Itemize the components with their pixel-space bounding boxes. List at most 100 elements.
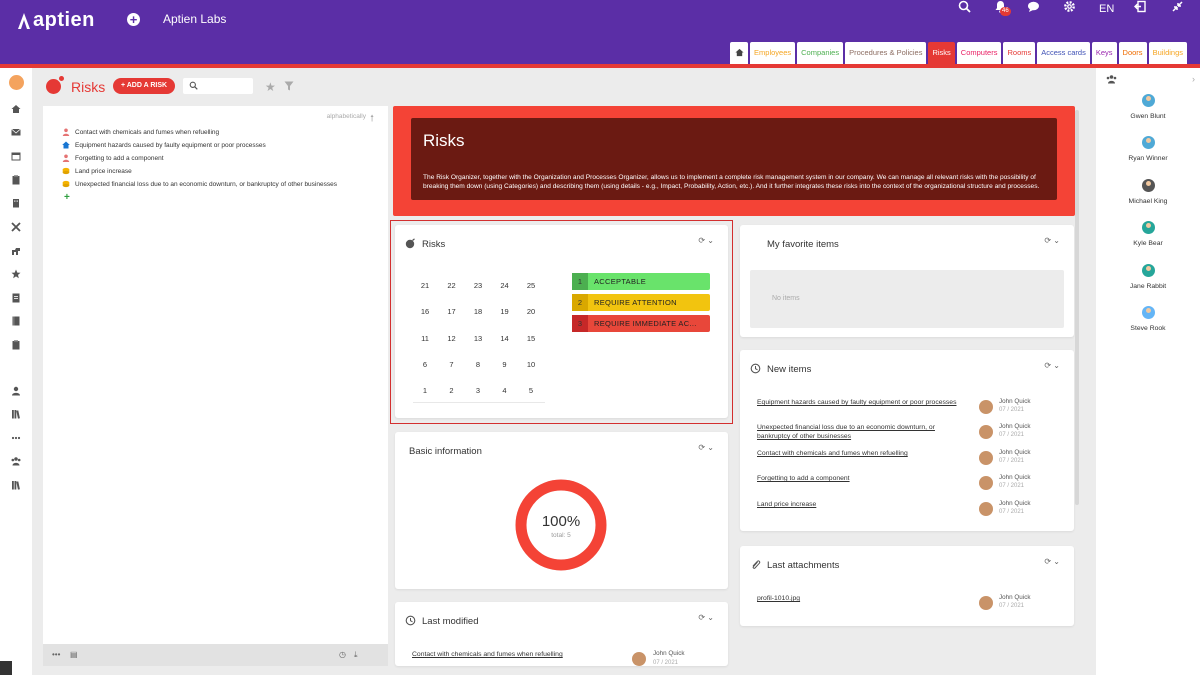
search-icon[interactable] [955,0,973,16]
risk-grid-cell[interactable]: 14 [497,334,513,343]
risk-grid-cell[interactable]: 16 [417,307,433,316]
animal-icon[interactable] [11,246,21,256]
legend-acceptable[interactable]: 1 ACCEPTABLE [572,273,710,290]
new-item-link[interactable]: Unexpected financial loss due to an econ… [757,423,962,441]
risk-grid-cell[interactable]: 2 [444,386,460,395]
apps-grid-icon[interactable] [11,433,21,443]
tab-procedures-policies[interactable]: Procedures & Policies [845,42,927,64]
collapse-icon[interactable] [1168,0,1186,16]
home-icon[interactable] [11,104,21,114]
library-icon[interactable] [11,409,21,419]
add-item-plus-icon[interactable]: + [64,192,70,203]
risk-grid-cell[interactable]: 25 [523,281,539,290]
favorites-star-icon[interactable]: ★ [265,80,276,94]
main-scrollbar[interactable] [1075,110,1079,505]
risk-grid-cell[interactable]: 17 [444,307,460,316]
risk-grid-cell[interactable]: 21 [417,281,433,290]
tab-risks[interactable]: Risks [928,42,955,64]
tab-doors[interactable]: Doors [1118,42,1147,64]
risk-grid-cell[interactable]: 20 [523,307,539,316]
card-refresh-collapse-icons[interactable]: ⟳ ⌄ [1044,361,1060,370]
calendar-icon[interactable] [11,151,21,161]
filter-icon[interactable] [284,81,294,91]
list-item[interactable]: Unexpected financial loss due to an econ… [62,178,337,190]
risk-grid-cell[interactable]: 1 [417,386,433,395]
risk-grid-cell[interactable]: 9 [497,360,513,369]
user-kyle-bear[interactable]: Kyle Bear [1096,221,1200,247]
user-michael-king[interactable]: Michael King [1096,179,1200,205]
risk-grid-cell[interactable]: 10 [523,360,539,369]
last-modified-link[interactable]: Contact with chemicals and fumes when re… [412,650,627,659]
user-steve-rook[interactable]: Steve Rook [1096,306,1200,332]
search-input[interactable] [199,78,251,94]
card-refresh-collapse-icons[interactable]: ⟳ ⌄ [1044,236,1060,245]
tab-employees[interactable]: Employees [750,42,796,64]
download-icon[interactable]: ⤓ [354,650,358,660]
tools-icon[interactable] [11,222,21,232]
language-selector[interactable]: EN [1099,3,1114,15]
card-refresh-collapse-icons[interactable]: ⟳ ⌄ [698,613,714,622]
new-item-link[interactable]: Contact with chemicals and fumes when re… [757,449,972,458]
clipboard-icon[interactable] [11,175,21,185]
card-refresh-collapse-icons[interactable]: ⟳ ⌄ [698,443,714,452]
legend-require-attention[interactable]: 2 REQUIRE ATTENTION [572,294,710,311]
tab-rooms[interactable]: Rooms [1003,42,1036,64]
risk-grid-cell[interactable]: 13 [470,334,486,343]
document-icon[interactable] [11,293,21,303]
sort-label[interactable]: alphabetically [327,113,366,120]
list-item[interactable]: Contact with chemicals and fumes when re… [62,126,219,138]
add-icon[interactable]: + [127,13,140,26]
add-risk-button[interactable]: + ADD A RISK [113,78,175,94]
user-gwen-blunt[interactable]: Gwen Blunt [1096,94,1200,120]
person-icon[interactable] [11,386,21,396]
chevron-right-icon[interactable]: › [1192,74,1195,84]
chat-icon[interactable] [1024,0,1042,16]
tab-companies[interactable]: Companies [797,42,844,64]
building-icon[interactable] [11,198,21,208]
risk-grid-cell[interactable]: 24 [497,281,513,290]
tab-buildings[interactable]: Buildings [1148,42,1187,64]
list-item[interactable]: Land price increase [62,165,132,177]
company-name[interactable]: Aptien Labs [163,12,226,26]
star-icon[interactable] [11,269,21,279]
risk-grid-cell[interactable]: 19 [497,307,513,316]
history-icon[interactable]: ◷ [339,650,346,659]
card-refresh-collapse-icons[interactable]: ⟳ ⌄ [1044,557,1060,566]
risk-grid-cell[interactable]: 4 [497,386,513,395]
tab-keys[interactable]: Keys [1091,42,1117,64]
risk-grid-cell[interactable]: 7 [444,360,460,369]
new-item-link[interactable]: Equipment hazards caused by faulty equip… [757,398,972,407]
archive-icon[interactable] [11,480,21,490]
legend-require-immediate-action[interactable]: 3 REQUIRE IMMEDIATE AC... [572,315,710,332]
app-logo[interactable]: aptien [17,9,95,32]
list-item[interactable]: Forgetting to add a component [62,152,164,164]
team-icon[interactable] [11,456,21,466]
attachment-link[interactable]: profil-1010.jpg [757,594,972,603]
new-item-link[interactable]: Land price increase [757,500,972,509]
notifications-icon[interactable]: 46 [991,0,1011,16]
user-avatar[interactable] [9,75,24,90]
clipboard-check-icon[interactable] [11,340,21,350]
risk-grid-cell[interactable]: 6 [417,360,433,369]
tab-home[interactable] [730,42,749,64]
team-icon[interactable] [1106,74,1117,84]
settings-gear-icon[interactable] [1060,0,1078,16]
list-item[interactable]: Equipment hazards caused by faulty equip… [62,139,266,151]
tab-computers[interactable]: Computers [956,42,1002,64]
risk-grid-cell[interactable]: 12 [444,334,460,343]
risk-grid-cell[interactable]: 15 [523,334,539,343]
risk-grid-cell[interactable]: 8 [470,360,486,369]
corner-logo-icon[interactable] [0,661,12,675]
more-dots-icon[interactable]: ••• [52,650,60,659]
export-icon[interactable]: ▤ [70,650,78,659]
risk-grid-cell[interactable]: 22 [444,281,460,290]
sort-arrow-icon[interactable]: 🠕 [370,111,374,127]
risk-grid-cell[interactable]: 3 [470,386,486,395]
risk-grid-cell[interactable]: 23 [470,281,486,290]
risk-grid-cell[interactable]: 18 [470,307,486,316]
search-icon[interactable] [189,81,198,90]
new-item-link[interactable]: Forgetting to add a component [757,474,972,483]
risk-grid-cell[interactable]: 11 [417,334,433,343]
logout-icon[interactable] [1131,0,1149,16]
book-icon[interactable] [11,316,21,326]
